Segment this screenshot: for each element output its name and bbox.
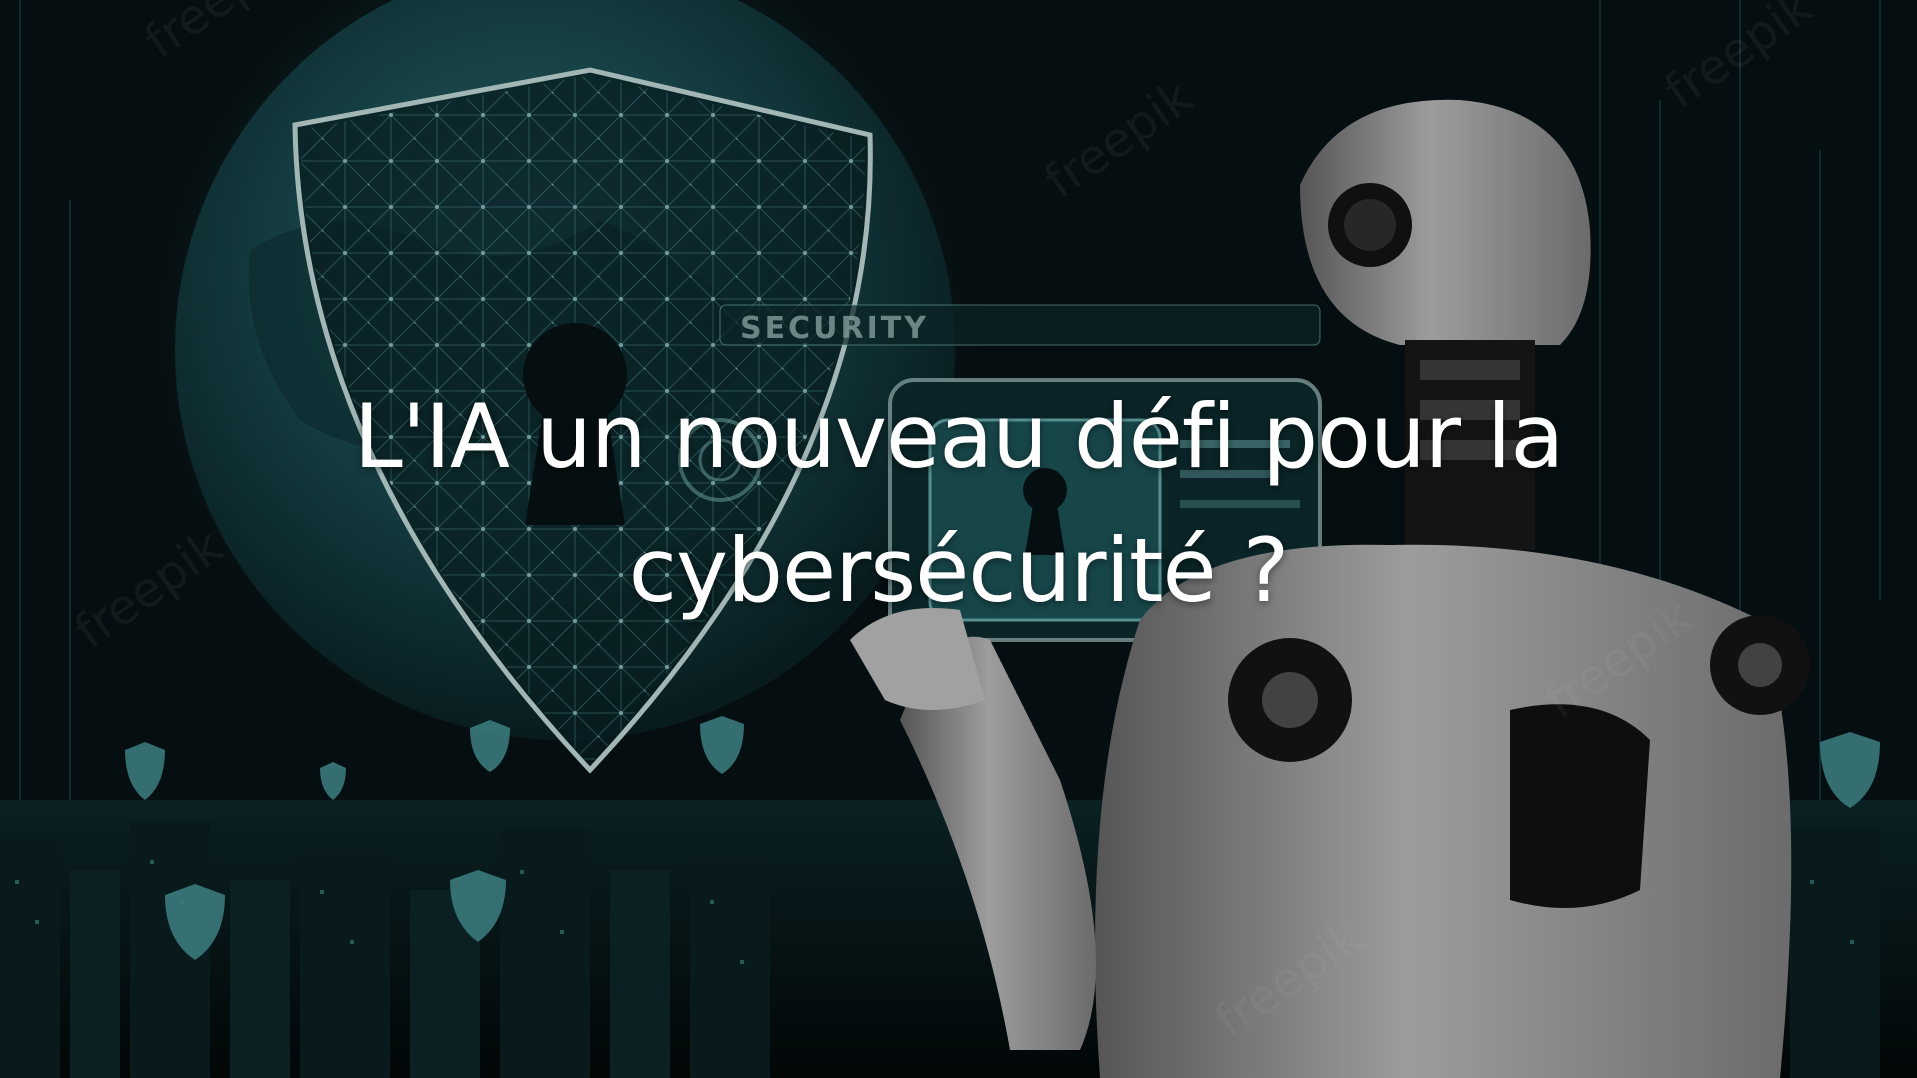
headline-line-1: L'IA un nouveau défi pour la [353, 385, 1565, 488]
hero-image: SECURITY freepik freepik freepik freepik… [0, 0, 1917, 1078]
headline-line-2: cybersécurité ? [628, 519, 1290, 622]
headline: L'IA un nouveau défi pour la cybersécuri… [0, 370, 1917, 638]
